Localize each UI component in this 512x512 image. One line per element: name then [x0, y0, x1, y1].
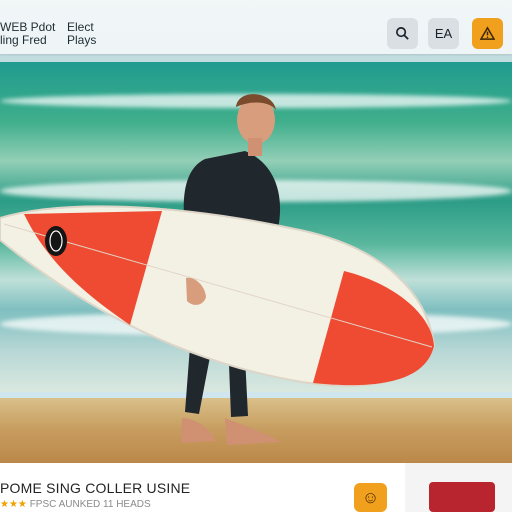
- search-button[interactable]: [387, 18, 418, 49]
- promo-title: POME SING COLLER USINE: [0, 480, 191, 496]
- surfer-illustration: [0, 94, 436, 445]
- nav-link-line-2: Plays: [67, 33, 97, 47]
- thumbnail-card[interactable]: [429, 482, 495, 512]
- alert-button[interactable]: [472, 18, 503, 49]
- logo-line-2: ling Fred: [0, 33, 47, 47]
- rating-stars: ★★★: [0, 499, 27, 510]
- surfboard: [0, 205, 436, 387]
- promo-subtitle: FPSC AUNKED 11 HEADS: [29, 499, 151, 510]
- site-logo[interactable]: WEB Pdot ling Fred: [0, 21, 55, 47]
- nav-link-elect-plays[interactable]: Elect Plays: [67, 21, 96, 47]
- face-icon[interactable]: ☺: [354, 483, 387, 512]
- top-bar: WEB Pdot ling Fred Elect Plays EA: [0, 0, 512, 54]
- search-icon: [396, 27, 409, 40]
- hero-photo: [0, 0, 512, 512]
- language-button[interactable]: EA: [428, 18, 459, 49]
- promo-subtitle-row: ★★★ FPSC AUNKED 11 HEADS: [0, 499, 151, 510]
- warning-icon: [480, 26, 495, 40]
- language-label: EA: [434, 26, 453, 41]
